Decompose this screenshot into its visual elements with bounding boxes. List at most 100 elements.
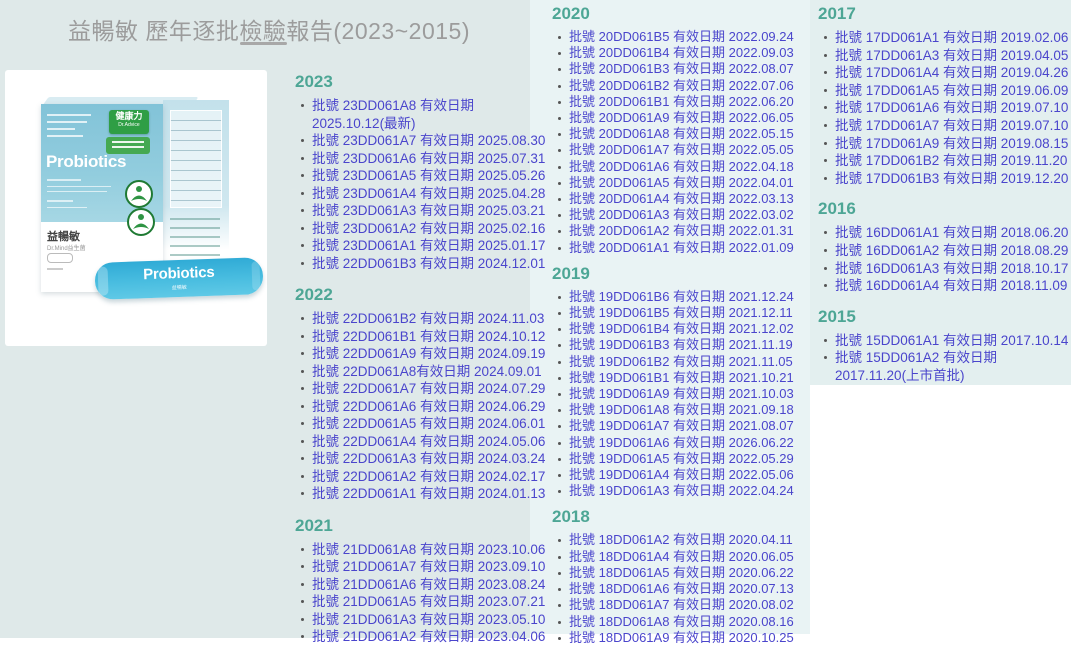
batch-report-link[interactable]: 批號 22DD061A7 有效日期 2024.07.29 <box>312 380 540 398</box>
batch-report-link[interactable]: 批號 20DD061A8 有效日期 2022.05.15 <box>569 126 807 142</box>
batch-report-item: 批號 18DD061A6 有效日期 2020.07.13 <box>569 581 807 597</box>
batch-report-link[interactable]: 批號 23DD061A5 有效日期 2025.05.26 <box>312 167 540 185</box>
batch-report-link[interactable]: 批號 20DD061A7 有效日期 2022.05.05 <box>569 142 807 158</box>
batch-report-link[interactable]: 批號 20DD061B5 有效日期 2022.09.24 <box>569 29 807 45</box>
batch-report-item: 批號 17DD061A7 有效日期 2019.07.10 <box>835 117 1068 135</box>
batch-report-link[interactable]: 批號 16DD061A1 有效日期 2018.06.20 <box>835 224 1068 242</box>
batch-report-link[interactable]: 批號 18DD061A6 有效日期 2020.07.13 <box>569 581 807 597</box>
batch-report-link[interactable]: 批號 22DD061A3 有效日期 2024.03.24 <box>312 450 540 468</box>
batch-report-link[interactable]: 批號 18DD061A4 有效日期 2020.06.05 <box>569 549 807 565</box>
batch-report-item: 批號 23DD061A1 有效日期 2025.01.17 <box>312 237 540 255</box>
batch-report-item: 批號 22DD061A8有效日期 2024.09.01 <box>312 363 540 381</box>
batch-report-link[interactable]: 批號 19DD061A7 有效日期 2021.08.07 <box>569 418 807 434</box>
batch-report-item: 批號 18DD061A9 有效日期 2020.10.25 <box>569 630 807 646</box>
batch-report-item: 批號 19DD061B3 有效日期 2021.11.19 <box>569 337 807 353</box>
batch-report-link[interactable]: 批號 16DD061A3 有效日期 2018.10.17 <box>835 260 1068 278</box>
batch-report-link[interactable]: 批號 20DD061A2 有效日期 2022.01.31 <box>569 223 807 239</box>
batch-report-link[interactable]: 批號 18DD061A5 有效日期 2020.06.22 <box>569 565 807 581</box>
batch-report-link[interactable]: 批號 17DD061A7 有效日期 2019.07.10 <box>835 117 1068 135</box>
batch-report-link[interactable]: 批號 18DD061A8 有效日期 2020.08.16 <box>569 614 807 630</box>
batch-report-link[interactable]: 批號 19DD061B4 有效日期 2021.12.02 <box>569 321 807 337</box>
batch-report-link[interactable]: 批號 19DD061B5 有效日期 2021.12.11 <box>569 305 807 321</box>
batch-report-link[interactable]: 批號 16DD061A4 有效日期 2018.11.09 <box>835 277 1068 295</box>
batch-report-link[interactable]: 批號 20DD061A6 有效日期 2022.04.18 <box>569 159 807 175</box>
batch-report-item: 批號 19DD061A8 有效日期 2021.09.18 <box>569 402 807 418</box>
batch-report-link[interactable]: 批號 23DD061A2 有效日期 2025.02.16 <box>312 220 540 238</box>
batch-report-link[interactable]: 批號 20DD061B2 有效日期 2022.07.06 <box>569 78 807 94</box>
batch-report-link[interactable]: 批號 21DD061A8 有效日期 2023.10.06 <box>312 541 540 559</box>
batch-report-link[interactable]: 批號 23DD061A4 有效日期 2025.04.28 <box>312 185 540 203</box>
batch-list-2022: 批號 22DD061B2 有效日期 2024.11.03批號 22DD061B1… <box>295 310 540 503</box>
batch-report-link[interactable]: 批號 18DD061A9 有效日期 2020.10.25 <box>569 630 807 646</box>
batch-report-link[interactable]: 批號 17DD061A5 有效日期 2019.06.09 <box>835 82 1068 100</box>
batch-report-link[interactable]: 批號 19DD061B3 有效日期 2021.11.19 <box>569 337 807 353</box>
batch-report-link[interactable]: 批號 23DD061A8 有效日期2025.10.12(最新) <box>312 97 540 132</box>
batch-report-item: 批號 21DD061A7 有效日期 2023.09.10 <box>312 558 540 576</box>
batch-report-link[interactable]: 批號 21DD061A7 有效日期 2023.09.10 <box>312 558 540 576</box>
batch-report-link[interactable]: 批號 22DD061B1 有效日期 2024.10.12 <box>312 328 540 346</box>
batch-report-link[interactable]: 批號 20DD061A4 有效日期 2022.03.13 <box>569 191 807 207</box>
batch-report-link[interactable]: 批號 17DD061A1 有效日期 2019.02.06 <box>835 29 1068 47</box>
batch-report-link[interactable]: 批號 20DD061B1 有效日期 2022.06.20 <box>569 94 807 110</box>
batch-report-link[interactable]: 批號 15DD061A2 有效日期2017.11.20(上市首批) <box>835 349 1068 384</box>
batch-report-link[interactable]: 批號 22DD061A6 有效日期 2024.06.29 <box>312 398 540 416</box>
batch-report-link[interactable]: 批號 21DD061A6 有效日期 2023.08.24 <box>312 576 540 594</box>
batch-report-link[interactable]: 批號 18DD061A2 有效日期 2020.04.11 <box>569 532 807 548</box>
batch-report-link[interactable]: 批號 20DD061A3 有效日期 2022.03.02 <box>569 207 807 223</box>
batch-report-link[interactable]: 批號 19DD061A6 有效日期 2026.06.22 <box>569 435 807 451</box>
batch-report-link[interactable]: 批號 22DD061A2 有效日期 2024.02.17 <box>312 468 540 486</box>
batch-report-link[interactable]: 批號 15DD061A1 有效日期 2017.10.14 <box>835 332 1068 350</box>
batch-list-2023: 批號 23DD061A8 有效日期2025.10.12(最新)批號 23DD06… <box>295 97 540 272</box>
batch-report-link[interactable]: 批號 18DD061A7 有效日期 2020.08.02 <box>569 597 807 613</box>
batch-report-link[interactable]: 批號 20DD061B4 有效日期 2022.09.03 <box>569 45 807 61</box>
batch-list-2018: 批號 18DD061A2 有效日期 2020.04.11批號 18DD061A4… <box>552 532 807 645</box>
batch-report-link[interactable]: 批號 22DD061A9 有效日期 2024.09.19 <box>312 345 540 363</box>
batch-report-link[interactable]: 批號 19DD061B1 有效日期 2021.10.21 <box>569 370 807 386</box>
batch-report-link[interactable]: 批號 20DD061A5 有效日期 2022.04.01 <box>569 175 807 191</box>
batch-report-item: 批號 20DD061A4 有效日期 2022.03.13 <box>569 191 807 207</box>
batch-report-link[interactable]: 批號 22DD061B3 有效日期 2024.12.01 <box>312 255 540 273</box>
batch-report-link[interactable]: 批號 20DD061B3 有效日期 2022.08.07 <box>569 61 807 77</box>
batch-report-link[interactable]: 批號 19DD061B2 有效日期 2021.11.05 <box>569 354 807 370</box>
batch-report-link[interactable]: 批號 16DD061A2 有效日期 2018.08.29 <box>835 242 1068 260</box>
batch-report-link[interactable]: 批號 21DD061A5 有效日期 2023.07.21 <box>312 593 540 611</box>
batch-report-link[interactable]: 批號 17DD061B2 有效日期 2019.11.20 <box>835 152 1068 170</box>
batch-report-link[interactable]: 批號 17DD061A3 有效日期 2019.04.05 <box>835 47 1068 65</box>
year-heading-2015: 2015 <box>818 307 1068 327</box>
batch-report-link[interactable]: 批號 17DD061A6 有效日期 2019.07.10 <box>835 99 1068 117</box>
batch-report-link[interactable]: 批號 23DD061A6 有效日期 2025.07.31 <box>312 150 540 168</box>
year-heading-2023: 2023 <box>295 72 540 92</box>
batch-report-link[interactable]: 批號 19DD061A9 有效日期 2021.10.03 <box>569 386 807 402</box>
batch-report-item: 批號 20DD061A6 有效日期 2022.04.18 <box>569 159 807 175</box>
batch-report-link[interactable]: 批號 23DD061A1 有效日期 2025.01.17 <box>312 237 540 255</box>
health-food-mark <box>47 253 73 263</box>
batch-report-link[interactable]: 批號 19DD061B6 有效日期 2021.12.24 <box>569 289 807 305</box>
product-box-name: Probiotics <box>46 152 126 172</box>
batch-report-link[interactable]: 批號 21DD061A3 有效日期 2023.05.10 <box>312 611 540 629</box>
batch-report-link[interactable]: 批號 23DD061A7 有效日期 2025.08.30 <box>312 132 540 150</box>
product-stick-packet: Probiotics 益暢敏 <box>94 257 263 300</box>
batch-report-link[interactable]: 批號 19DD061A8 有效日期 2021.09.18 <box>569 402 807 418</box>
batch-report-link[interactable]: 批號 19DD061A4 有效日期 2022.05.06 <box>569 467 807 483</box>
batch-report-link[interactable]: 批號 23DD061A3 有效日期 2025.03.21 <box>312 202 540 220</box>
batch-report-link[interactable]: 批號 17DD061A4 有效日期 2019.04.26 <box>835 64 1068 82</box>
batch-report-link[interactable]: 批號 17DD061B3 有效日期 2019.12.20 <box>835 170 1068 188</box>
batch-list-2021: 批號 21DD061A8 有效日期 2023.10.06批號 21DD061A7… <box>295 541 540 646</box>
year-heading-2022: 2022 <box>295 285 540 305</box>
batch-report-link[interactable]: 批號 22DD061A1 有效日期 2024.01.13 <box>312 485 540 503</box>
batch-report-link[interactable]: 批號 22DD061A8有效日期 2024.09.01 <box>312 363 540 381</box>
batch-report-link[interactable]: 批號 22DD061A5 有效日期 2024.06.01 <box>312 415 540 433</box>
batch-report-link[interactable]: 批號 21DD061A2 有效日期 2023.04.06 <box>312 628 540 646</box>
batch-report-item: 批號 20DD061A2 有效日期 2022.01.31 <box>569 223 807 239</box>
batch-report-link[interactable]: 批號 20DD061A1 有效日期 2022.01.09 <box>569 240 807 256</box>
batch-report-link[interactable]: 批號 22DD061B2 有效日期 2024.11.03 <box>312 310 540 328</box>
batch-report-link[interactable]: 批號 19DD061A3 有效日期 2022.04.24 <box>569 483 807 499</box>
batch-report-link[interactable]: 批號 22DD061A4 有效日期 2024.05.06 <box>312 433 540 451</box>
batch-report-link[interactable]: 批號 17DD061A9 有效日期 2019.08.15 <box>835 135 1068 153</box>
batch-report-link[interactable]: 批號 20DD061A9 有效日期 2022.06.05 <box>569 110 807 126</box>
batch-report-item: 批號 22DD061A7 有效日期 2024.07.29 <box>312 380 540 398</box>
batch-list-2015: 批號 15DD061A1 有效日期 2017.10.14批號 15DD061A2… <box>818 332 1068 385</box>
batch-report-link[interactable]: 批號 19DD061A5 有效日期 2022.05.29 <box>569 451 807 467</box>
batch-report-item: 批號 22DD061A4 有效日期 2024.05.06 <box>312 433 540 451</box>
batch-report-item: 批號 20DD061B1 有效日期 2022.06.20 <box>569 94 807 110</box>
